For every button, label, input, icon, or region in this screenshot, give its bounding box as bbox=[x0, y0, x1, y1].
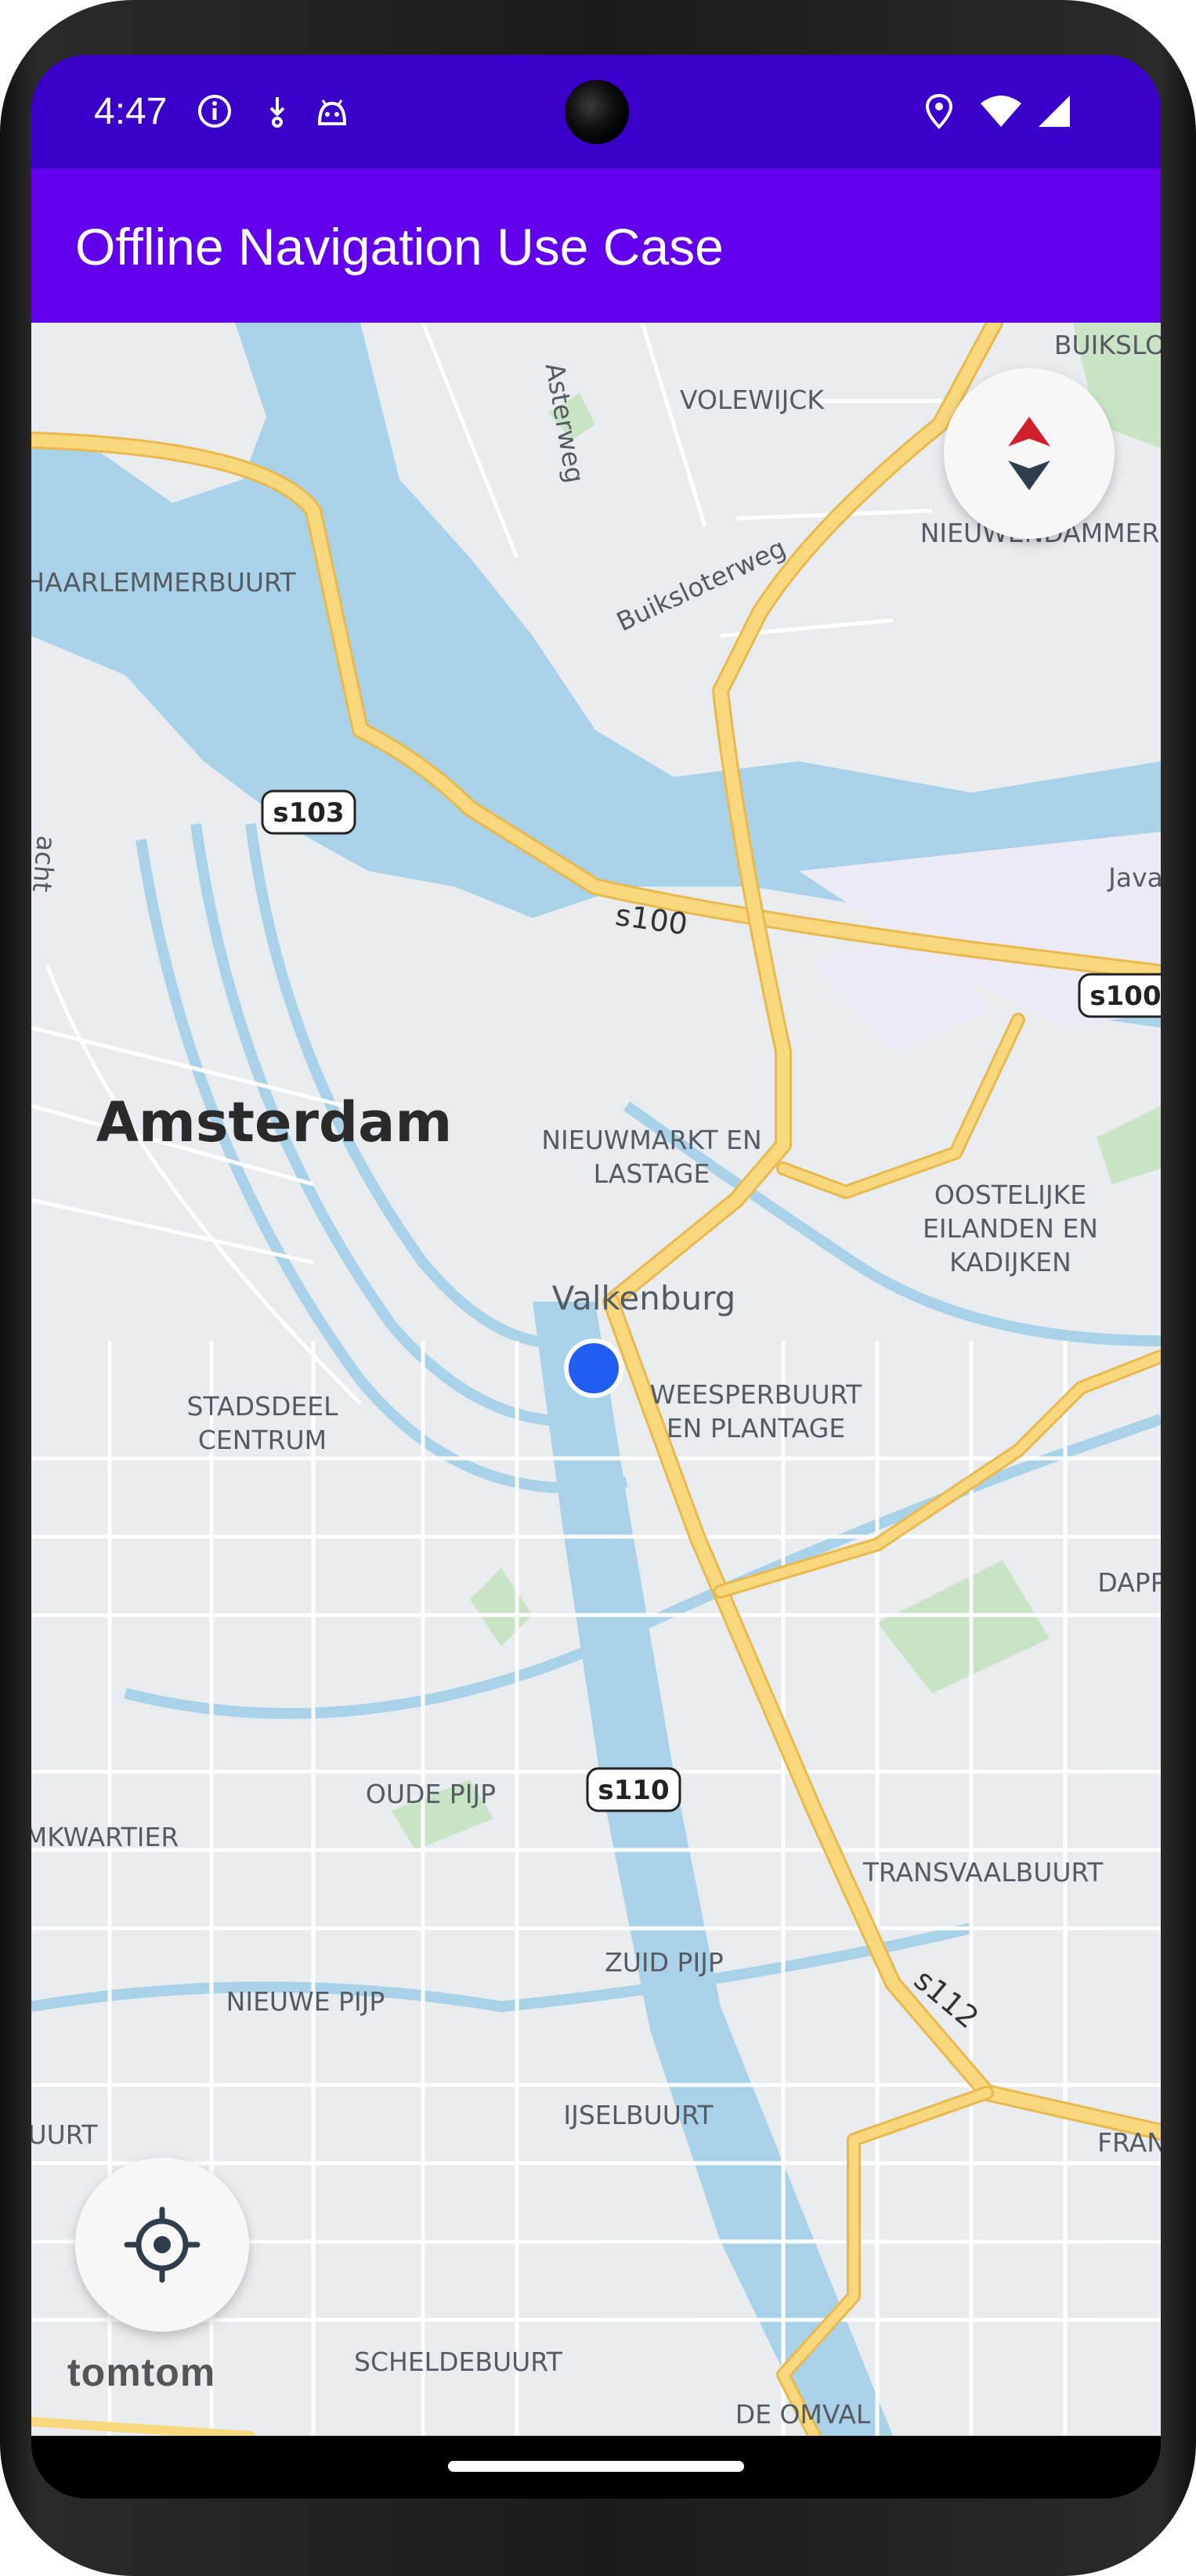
label-haarlemmerbuurt: HAARLEMMERBUURT bbox=[31, 567, 297, 598]
road-shield-s103: s103 bbox=[261, 789, 356, 835]
svg-text:s110: s110 bbox=[598, 1775, 669, 1806]
label-transvaalbuurt: TRANSVAALBUURT bbox=[862, 1857, 1104, 1888]
label-scheldebuurt: SCHELDEBUURT bbox=[354, 2347, 563, 2377]
label-oostelijke-3: KADIJKEN bbox=[949, 1247, 1071, 1277]
home-gesture-handle[interactable] bbox=[448, 2461, 744, 2472]
tomtom-logo: tomtom bbox=[67, 2350, 216, 2394]
label-nieuwmarkt-1: NIEUWMARKT EN bbox=[541, 1125, 761, 1155]
location-icon bbox=[925, 93, 953, 129]
road-shield-s110: s110 bbox=[586, 1767, 681, 1812]
status-bar: 4:47 bbox=[31, 55, 1161, 168]
svg-text:s100: s100 bbox=[1089, 981, 1161, 1012]
label-volewijck: VOLEWIJCK bbox=[680, 385, 825, 415]
label-oostelijke-1: OOSTELIJKE bbox=[934, 1180, 1086, 1210]
label-ijselbuurt: IJSELBUURT bbox=[563, 2100, 714, 2130]
map-view[interactable]: BUIKSLOO VOLEWIJCK Asterweg Buiksloterwe… bbox=[31, 323, 1161, 2436]
compass-button[interactable] bbox=[944, 368, 1115, 539]
road-shield-s100: s100 bbox=[1078, 973, 1161, 1018]
crosshair-icon bbox=[124, 2206, 201, 2283]
label-gracht: acht bbox=[31, 834, 62, 893]
map-canvas[interactable]: BUIKSLOO VOLEWIJCK Asterweg Buiksloterwe… bbox=[31, 323, 1161, 2436]
system-navigation-bar bbox=[31, 2436, 1161, 2498]
current-location-marker bbox=[564, 1339, 623, 1398]
screen: 4:47 Offline Navigation Use Case BUIKSLO… bbox=[31, 55, 1161, 2498]
android-debug-icon bbox=[317, 99, 347, 125]
label-museumkwartier: MKWARTIER bbox=[31, 1822, 179, 1852]
label-nieuwmarkt-2: LASTAGE bbox=[594, 1158, 710, 1189]
label-java: Java bbox=[1107, 862, 1161, 893]
label-de-omval: DE OMVAL bbox=[735, 2399, 871, 2430]
front-camera bbox=[565, 80, 629, 144]
download-icon bbox=[269, 97, 285, 128]
info-icon bbox=[198, 95, 231, 128]
locate-me-button[interactable] bbox=[75, 2158, 249, 2332]
label-weesperbuurt-2: EN PLANTAGE bbox=[667, 1413, 845, 1443]
label-uurt: UURT bbox=[31, 2119, 98, 2150]
label-zuid-pijp: ZUID PIJP bbox=[605, 1947, 724, 1978]
app-bar: Offline Navigation Use Case bbox=[31, 168, 1161, 323]
cellular-signal-icon bbox=[1039, 96, 1070, 127]
label-frans: FRAN bbox=[1097, 2127, 1161, 2158]
label-buiksloot: BUIKSLOO bbox=[1054, 330, 1161, 360]
label-stadsdeel-2: CENTRUM bbox=[198, 1425, 327, 1455]
label-weesperbuurt-1: WEESPERBUURT bbox=[650, 1379, 862, 1410]
label-dapp: DAPP bbox=[1097, 1567, 1161, 1598]
status-time: 4:47 bbox=[94, 91, 168, 132]
label-amsterdam: Amsterdam bbox=[96, 1090, 453, 1154]
phone-frame: 4:47 Offline Navigation Use Case BUIKSLO… bbox=[0, 0, 1196, 2576]
label-oude-pijp: OUDE PIJP bbox=[366, 1779, 496, 1809]
label-stadsdeel-1: STADSDEEL bbox=[187, 1391, 339, 1422]
label-oostelijke-2: EILANDEN EN bbox=[923, 1213, 1098, 1244]
wifi-icon bbox=[981, 96, 1021, 127]
app-bar-title: Offline Navigation Use Case bbox=[75, 218, 724, 276]
label-nieuwe-pijp: NIEUWE PIJP bbox=[226, 1986, 385, 2017]
svg-text:s103: s103 bbox=[273, 797, 344, 829]
compass-icon bbox=[1008, 417, 1050, 490]
label-valkenburg: Valkenburg bbox=[552, 1279, 736, 1317]
